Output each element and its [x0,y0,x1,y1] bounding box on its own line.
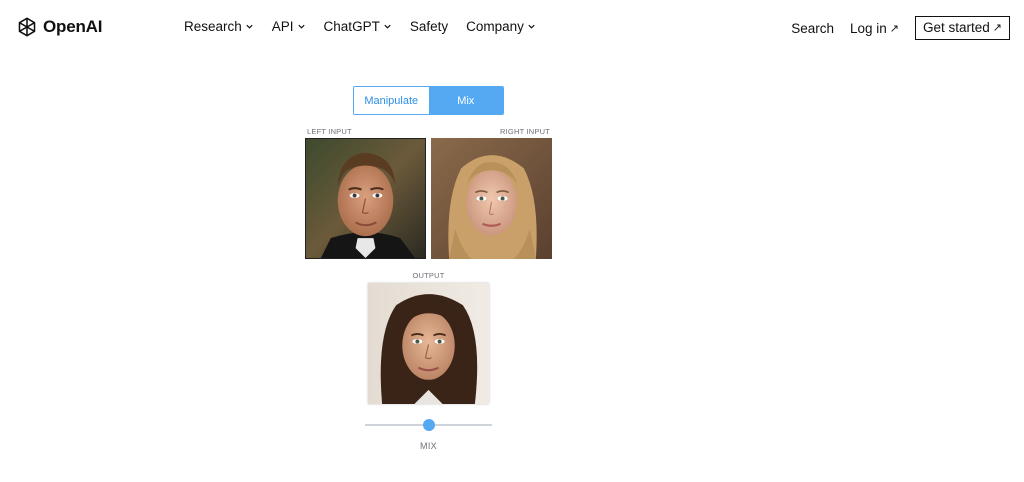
nav-research[interactable]: Research [184,19,254,34]
header-actions: Search Log in ↗ Get started ↗ [791,16,1010,40]
nav-company-label: Company [466,19,524,34]
chevron-down-icon [246,24,253,29]
mix-slider[interactable] [365,416,492,434]
mix-tab[interactable]: Mix [428,87,503,114]
search-link[interactable]: Search [791,21,834,36]
nav-research-label: Research [184,19,242,34]
mix-slider-handle[interactable] [422,419,435,431]
left-input-caption: LEFT INPUT [307,127,352,136]
nav-api-label: API [271,19,294,34]
manipulate-tab[interactable]: Manipulate [354,87,429,114]
chevron-down-icon [297,24,305,29]
nav-chatgpt-label: ChatGPT [323,19,380,34]
nav-safety-label: Safety [409,19,449,34]
left-portrait-image [306,139,425,258]
get-started-label: Get started [922,20,990,35]
logo-text: OpenAI [43,17,103,36]
output-caption: OUTPUT [412,271,445,280]
openai-logo[interactable]: OpenAI [16,16,102,38]
nav-chatgpt[interactable]: ChatGPT [324,19,392,34]
mix-label: MIX [420,441,437,451]
get-started-button[interactable]: Get started ↗ [914,16,1010,40]
mode-toggle: Manipulate Mix [353,86,504,115]
right-input-caption: RIGHT INPUT [500,127,550,136]
login-label: Log in [849,20,887,36]
nav-company[interactable]: Company [466,19,536,34]
output-portrait-image [368,283,489,404]
openai-logo-icon [18,17,36,37]
output-image [368,283,489,404]
login-link[interactable]: Log in ↗ [850,21,899,36]
external-arrow-icon: ↗ [992,22,1002,34]
left-input-image[interactable] [305,138,426,259]
right-input-image[interactable] [431,138,552,259]
right-portrait-image [431,138,552,259]
chevron-down-icon [384,24,391,29]
site-header: OpenAI Research API ChatGPT Safety Compa… [0,0,1024,54]
main-nav: Research API ChatGPT Safety Company [184,19,554,34]
external-arrow-icon: ↗ [889,22,899,35]
nav-safety[interactable]: Safety [410,19,448,34]
chevron-down-icon [528,24,535,29]
nav-api[interactable]: API [272,19,306,34]
